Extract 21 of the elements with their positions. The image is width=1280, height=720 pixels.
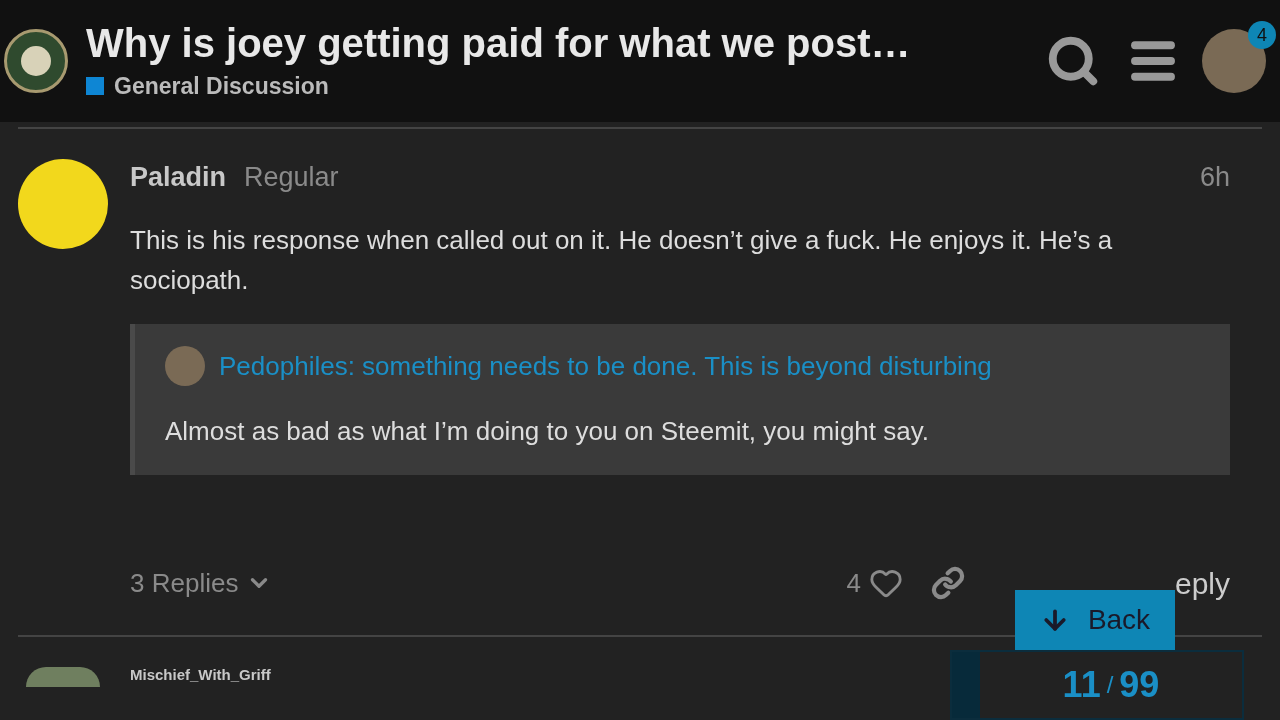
post-time[interactable]: 6h xyxy=(1199,156,1230,198)
timeline-scroll-handle[interactable] xyxy=(952,652,980,718)
link-icon[interactable] xyxy=(930,566,965,600)
quote-avatar xyxy=(165,346,205,386)
post-text: This is his response when called out on it. He doesn’t give a fuck. He enjoys it. He’s a sociopath. xyxy=(130,224,1114,297)
slash-separator: / xyxy=(1106,670,1114,700)
current-post-number: 11 xyxy=(1062,663,1101,707)
total-post-number: 99 xyxy=(1119,663,1160,707)
quote-text: Almost as bad as what I’m doing to you on Steemit, you might say. xyxy=(165,415,930,448)
category-link[interactable]: General Discussion xyxy=(114,68,329,104)
like-count[interactable]: 4 xyxy=(846,563,861,603)
author-name[interactable]: Paladin xyxy=(130,156,227,198)
notification-badge[interactable]: 4 xyxy=(1248,21,1276,49)
user-title: Regular xyxy=(244,160,339,194)
topic-title: Why is joey getting paid for what we post… xyxy=(86,19,912,67)
quote-topic-link[interactable]: Pedophiles: something needs to be done. This is beyond disturbing xyxy=(219,346,992,386)
reply-link[interactable]: eply xyxy=(1174,560,1230,606)
replies-toggle[interactable]: 3 Replies xyxy=(130,563,273,603)
back-button[interactable]: Back xyxy=(1015,590,1175,650)
author-name[interactable]: Mischief_With_Griff xyxy=(130,667,271,683)
search-icon[interactable] xyxy=(1046,34,1100,88)
